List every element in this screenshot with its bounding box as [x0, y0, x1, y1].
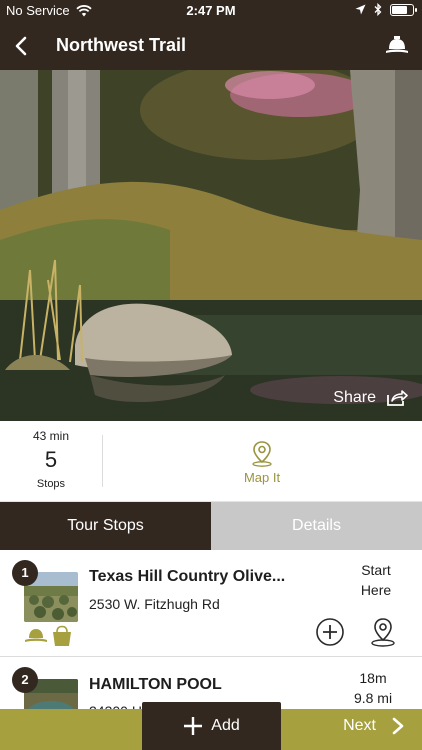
hat-category-icon — [25, 629, 47, 642]
nav-bar: Northwest Trail — [0, 22, 422, 70]
back-chevron-icon[interactable] — [10, 34, 34, 58]
stop-distance: Start Here — [346, 560, 406, 600]
stops-count: 5 — [44, 447, 58, 472]
hat-icon[interactable] — [384, 33, 410, 59]
stops-summary: 43 min 5 Stops — [0, 421, 102, 502]
stop-number-badge: 2 — [12, 667, 38, 693]
stop-name: Texas Hill Country Olive... — [89, 568, 286, 585]
page-title: Northwest Trail — [56, 35, 187, 55]
stop-address: 2530 W. Fitzhugh Rd — [89, 596, 220, 612]
stop-right-line1: Start — [361, 562, 391, 578]
status-bar: No Service 2:47 PM — [0, 0, 422, 22]
stop-name: HAMILTON POOL — [89, 676, 222, 693]
bluetooth-icon — [374, 3, 382, 16]
share-icon — [387, 390, 408, 406]
tab-bar: Tour Stops Details — [0, 502, 422, 550]
stop-right-line2: Here — [360, 582, 392, 598]
map-it-label: Map It — [243, 470, 281, 485]
location-pin-icon[interactable] — [368, 616, 398, 648]
share-label: Share — [333, 389, 376, 406]
location-arrow-icon — [355, 4, 366, 15]
stop-right-line2: 9.8 mi — [353, 690, 393, 706]
share-button[interactable]: Share — [333, 389, 408, 407]
tab-details[interactable]: Details — [211, 502, 422, 550]
next-label: Next — [343, 717, 376, 734]
landscape-photo — [0, 70, 422, 421]
list-item[interactable]: 1 Texas Hill Country Olive... 2530 W. Fi… — [0, 550, 422, 657]
add-circle-icon[interactable] — [315, 617, 345, 647]
map-pin-icon — [252, 441, 272, 467]
tab-tour-stops[interactable]: Tour Stops — [0, 502, 211, 550]
chevron-right-icon — [392, 717, 404, 735]
stops-label: Stops — [36, 478, 66, 490]
next-button[interactable]: Next — [343, 717, 404, 735]
shopping-bag-icon — [53, 625, 71, 646]
plus-icon — [184, 717, 203, 735]
stop-right-line1: 18m — [359, 670, 387, 686]
map-it-button[interactable]: Map It — [220, 439, 304, 485]
duration-label: 43 min — [32, 429, 70, 443]
battery-icon — [390, 3, 417, 16]
add-label: Add — [211, 717, 240, 734]
tour-stats: 43 min 5 Stops Map It — [0, 421, 422, 502]
hero-image: Share — [0, 70, 422, 421]
stop-number-badge: 1 — [12, 560, 38, 586]
stop-distance: 18m 9.8 mi — [336, 668, 410, 708]
divider — [102, 435, 103, 487]
add-button[interactable]: Add — [142, 702, 281, 750]
